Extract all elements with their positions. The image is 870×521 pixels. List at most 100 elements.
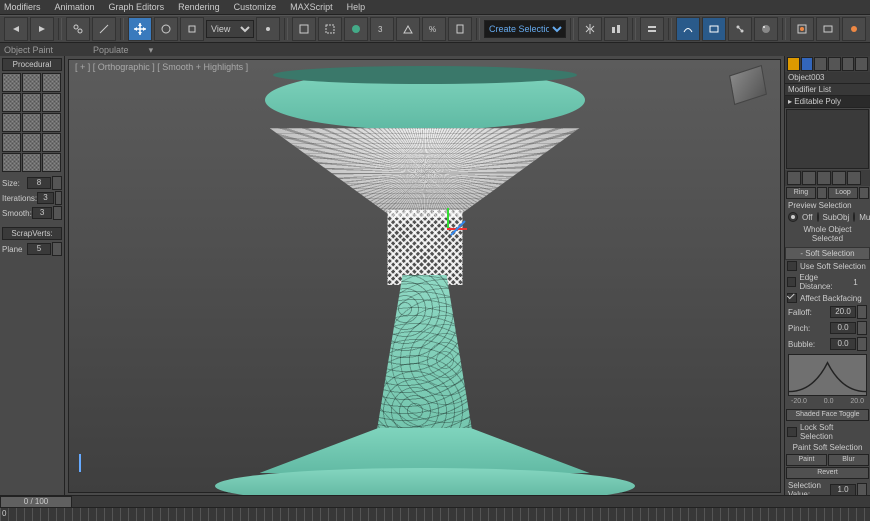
time-slider-thumb[interactable]: 0 / 100 [0, 496, 72, 508]
layer-manager-button[interactable] [640, 17, 664, 41]
remove-modifier-icon[interactable] [832, 171, 846, 185]
modifier-stack[interactable] [786, 109, 869, 169]
smooth-spinner[interactable]: 3 [32, 207, 52, 219]
curve-editor-button[interactable] [676, 17, 700, 41]
modifier-list-dropdown[interactable]: Modifier List [785, 84, 870, 96]
menu-customize[interactable]: Customize [234, 2, 277, 12]
lock-soft-checkbox[interactable] [787, 427, 797, 437]
tab-populate[interactable]: Populate [93, 45, 129, 55]
show-result-icon[interactable] [802, 171, 816, 185]
select-move-button[interactable] [128, 17, 152, 41]
render-frame-button[interactable] [816, 17, 840, 41]
select-rotate-button[interactable] [154, 17, 178, 41]
noise-swatch[interactable] [42, 153, 61, 172]
pivot-button[interactable] [256, 17, 280, 41]
object-name-field[interactable]: Object003 [785, 72, 870, 84]
noise-swatch[interactable] [42, 113, 61, 132]
falloff-spinner[interactable]: 20.0 [830, 306, 856, 318]
affect-backfacing-checkbox[interactable] [787, 293, 797, 303]
spinner-buttons[interactable] [53, 206, 62, 220]
menu-animation[interactable]: Animation [55, 2, 95, 12]
viewport-label[interactable]: [ + ] [ Orthographic ] [ Smooth + Highli… [75, 62, 248, 72]
align-button[interactable] [604, 17, 628, 41]
render-button[interactable] [842, 17, 866, 41]
undo-button[interactable] [4, 17, 28, 41]
noise-swatch[interactable] [2, 113, 21, 132]
render-setup-button[interactable] [790, 17, 814, 41]
display-tab-icon[interactable] [842, 57, 855, 71]
spinner-buttons[interactable] [857, 321, 867, 335]
window-crossing-button[interactable] [344, 17, 368, 41]
ref-coord-system[interactable]: View [206, 20, 254, 38]
spinner-buttons[interactable] [857, 305, 867, 319]
ring-shift-icon[interactable] [817, 187, 827, 199]
plane-spinner[interactable]: 5 [27, 243, 51, 255]
blur-button[interactable]: Blur [828, 454, 869, 466]
spinner-buttons[interactable] [55, 191, 62, 205]
spinner-buttons[interactable] [52, 176, 62, 190]
noise-swatch[interactable] [2, 133, 21, 152]
schematic-view-button[interactable] [728, 17, 752, 41]
radio-off[interactable] [788, 212, 798, 222]
size-spinner[interactable]: 8 [27, 177, 51, 189]
select-scale-button[interactable] [180, 17, 204, 41]
modifier-stack-item[interactable]: ▸ Editable Poly [785, 96, 870, 108]
noise-swatch[interactable] [2, 73, 21, 92]
menu-graph-editors[interactable]: Graph Editors [109, 2, 165, 12]
noise-swatch[interactable] [22, 153, 41, 172]
spinner-buttons[interactable] [52, 242, 62, 256]
percent-snap-button[interactable]: % [422, 17, 446, 41]
mirror-button[interactable] [578, 17, 602, 41]
dope-sheet-button[interactable] [702, 17, 726, 41]
loop-button[interactable]: Loop [828, 187, 858, 199]
configure-sets-icon[interactable] [847, 171, 861, 185]
pinch-spinner[interactable]: 0.0 [830, 322, 856, 334]
use-soft-checkbox[interactable] [787, 261, 797, 271]
ribbon-toggle-icon[interactable]: ▾ [149, 45, 154, 56]
motion-tab-icon[interactable] [828, 57, 841, 71]
iterations-spinner[interactable]: 3 [37, 192, 54, 204]
noise-swatch[interactable] [2, 153, 21, 172]
material-editor-button[interactable] [754, 17, 778, 41]
transform-gizmo-icon[interactable] [429, 210, 469, 250]
ring-button[interactable]: Ring [786, 187, 816, 199]
noise-swatch[interactable] [42, 93, 61, 112]
pin-stack-icon[interactable] [787, 171, 801, 185]
radio-multi[interactable] [853, 212, 855, 222]
menu-help[interactable]: Help [347, 2, 366, 12]
edge-dist-checkbox[interactable] [787, 277, 796, 287]
noise-swatch[interactable] [22, 133, 41, 152]
noise-swatch[interactable] [22, 73, 41, 92]
view-cube[interactable] [729, 65, 767, 105]
tab-object-paint[interactable]: Object Paint [4, 45, 53, 55]
menu-maxscript[interactable]: MAXScript [290, 2, 333, 12]
noise-swatch[interactable] [22, 113, 41, 132]
select-by-name-button[interactable] [292, 17, 316, 41]
link-button[interactable] [66, 17, 90, 41]
radio-subobj[interactable] [817, 212, 819, 222]
spinner-buttons[interactable] [857, 337, 867, 351]
revert-button[interactable]: Revert [786, 467, 869, 479]
utilities-tab-icon[interactable] [855, 57, 868, 71]
spinner-snap-button[interactable] [448, 17, 472, 41]
redo-button[interactable] [30, 17, 54, 41]
noise-swatch[interactable] [2, 93, 21, 112]
menu-rendering[interactable]: Rendering [178, 2, 220, 12]
menu-modifiers[interactable]: Modifiers [4, 2, 41, 12]
unlink-button[interactable] [92, 17, 116, 41]
angle-snap-button[interactable] [396, 17, 420, 41]
noise-swatch[interactable] [42, 133, 61, 152]
noise-swatch[interactable] [42, 73, 61, 92]
time-slider[interactable]: 0 / 100 [0, 496, 870, 508]
named-selection-sets[interactable]: Create Selection S [484, 20, 566, 38]
bubble-spinner[interactable]: 0.0 [830, 338, 856, 350]
snap-toggle-button[interactable]: 3 [370, 17, 394, 41]
create-tab-icon[interactable] [787, 57, 800, 71]
selection-region-button[interactable] [318, 17, 342, 41]
viewport[interactable]: [ + ] [ Orthographic ] [ Smooth + Highli… [68, 59, 781, 493]
paint-button[interactable]: Paint [786, 454, 827, 466]
unique-icon[interactable] [817, 171, 831, 185]
loop-shift-icon[interactable] [859, 187, 869, 199]
modify-tab-icon[interactable] [801, 57, 814, 71]
timeline-ruler[interactable]: 0 [0, 508, 870, 521]
